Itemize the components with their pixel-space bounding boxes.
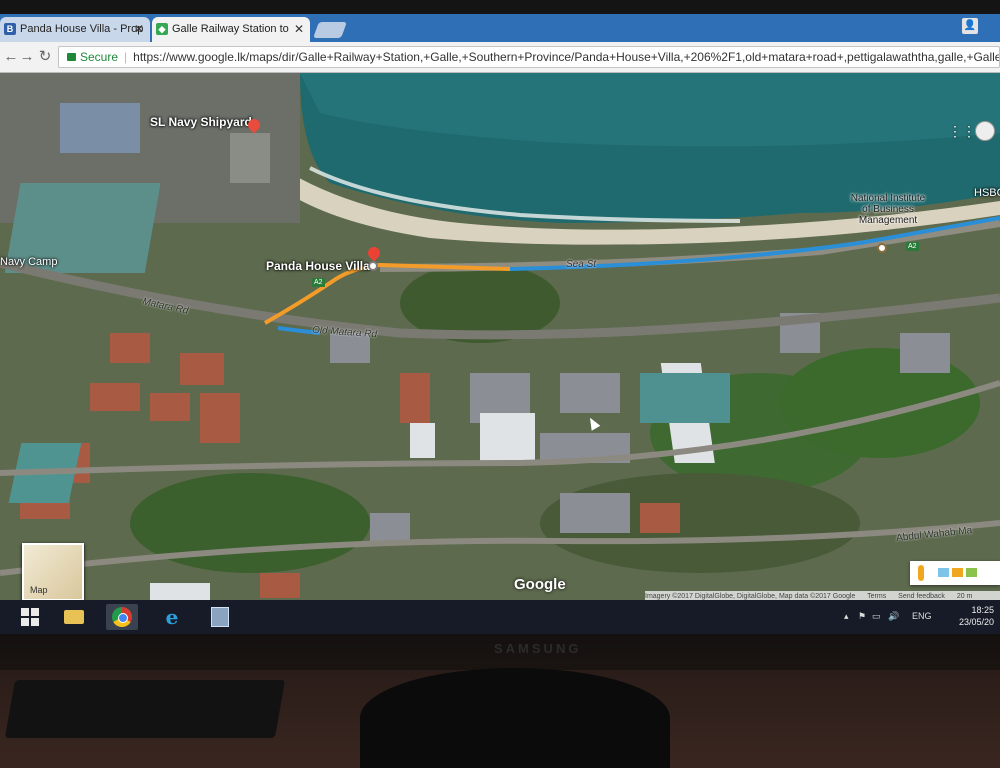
browser-tab-bar: B Panda House Villa - Prop ✕ ◆ Galle Rai… [0, 14, 1000, 42]
apps-grid-icon[interactable]: ⋮⋮ [948, 123, 976, 139]
satellite-imagery [0, 73, 1000, 600]
poi-label-hsbc[interactable]: HSBC [974, 187, 1000, 199]
monitor-frame: B Panda House Villa - Prop ✕ ◆ Galle Rai… [0, 0, 1000, 768]
start-button[interactable] [14, 604, 46, 630]
clock[interactable]: 18:25 23/05/20 [959, 604, 994, 628]
language-indicator[interactable]: ENG [912, 611, 932, 621]
terms-link[interactable]: Terms [867, 593, 886, 600]
poi-label-navy-camp[interactable]: Navy Camp [0, 256, 57, 268]
keyboard [4, 680, 286, 738]
close-tab-icon[interactable]: ✕ [294, 17, 304, 42]
browser-toolbar: ← → ↻ Secure | https://www.google.lk/maps/… [0, 42, 1000, 73]
account-avatar[interactable] [975, 121, 995, 141]
destination-label[interactable]: Panda House Villa [266, 259, 370, 273]
system-tray: ▴ ⚑ ▭ 🔊 ENG 18:25 23/05/20 [840, 600, 1000, 634]
highway-shield-a2-left: A2 [312, 278, 325, 287]
calculator-button[interactable] [204, 604, 236, 630]
url-separator: | [124, 50, 128, 64]
street-view-tile-icon[interactable] [966, 568, 977, 577]
map-scale: 20 m [956, 593, 973, 600]
show-hidden-icons-icon[interactable]: ▴ [844, 611, 849, 622]
screen: B Panda House Villa - Prop ✕ ◆ Galle Rai… [0, 14, 1000, 634]
poi-label-institute[interactable]: National Institute of Business Managemen… [848, 193, 928, 226]
send-feedback-link[interactable]: Send feedback [898, 593, 945, 600]
clock-date: 23/05/20 [958, 617, 994, 627]
new-tab-button[interactable] [313, 22, 347, 38]
network-icon[interactable]: ▭ [872, 611, 881, 622]
chrome-icon [112, 607, 132, 627]
monitor-brand-logo: SAMSUNG [494, 641, 582, 656]
monitor-stand [360, 668, 670, 768]
file-explorer-button[interactable] [58, 604, 90, 630]
street-view-tile-icon[interactable] [938, 568, 949, 577]
flag-icon[interactable]: ⚑ [858, 611, 866, 622]
chrome-taskbar-button[interactable] [106, 604, 138, 630]
internet-explorer-icon: e [165, 605, 179, 629]
address-bar[interactable]: Secure | https://www.google.lk/maps/dir/Ga… [58, 46, 1000, 68]
pegman-icon[interactable] [918, 565, 924, 581]
calculator-icon [211, 607, 229, 627]
street-view-control[interactable] [910, 561, 1000, 585]
imagery-credit: Imagery ©2017 DigitalGlobe, DigitalGlobe… [645, 593, 856, 600]
internet-explorer-button[interactable]: e [156, 604, 188, 630]
volume-icon[interactable]: 🔊 [888, 611, 899, 622]
street-view-tile-icon[interactable] [952, 568, 963, 577]
folder-icon [64, 610, 84, 624]
tab-panda-house-villa[interactable]: B Panda House Villa - Prop ✕ [0, 17, 150, 42]
url-text: https://www.google.lk/maps/dir/Galle+Rai… [133, 50, 1000, 64]
profile-icon[interactable]: 👤 [962, 18, 978, 34]
windows-taskbar: e ▴ ⚑ ▭ 🔊 ENG 18:25 23/05/20 [0, 600, 1000, 634]
tab-label: Panda House Villa - Prop [20, 23, 144, 35]
tab-galle-railway-station[interactable]: ◆ Galle Railway Station to ✕ [152, 17, 310, 42]
windows-logo-icon [21, 608, 39, 626]
destination-marker-icon[interactable] [368, 261, 378, 271]
map-attribution: Imagery ©2017 DigitalGlobe, DigitalGlobe… [645, 591, 1000, 600]
google-maps-favicon-icon: ◆ [156, 23, 168, 35]
booking-favicon-icon: B [4, 23, 16, 35]
poi-label-navy-shipyard[interactable]: SL Navy Shipyard [150, 115, 252, 129]
tab-label: Galle Railway Station to [172, 23, 289, 35]
road-label-sea-st: Sea St [566, 259, 597, 270]
clock-time: 18:25 [971, 605, 994, 615]
lock-icon [67, 53, 76, 61]
map-view[interactable]: SL Navy Shipyard Navy Camp Panda House V… [0, 73, 1000, 600]
highway-shield-a2-right: A2 [906, 242, 919, 251]
forward-icon[interactable]: → [18, 48, 36, 66]
secure-label: Secure [80, 50, 119, 64]
reload-icon[interactable]: ↻ [36, 48, 54, 66]
institute-marker-icon[interactable] [877, 243, 887, 253]
google-logo: Google [514, 576, 566, 593]
map-type-toggle[interactable]: Map [22, 543, 84, 600]
close-tab-icon[interactable]: ✕ [134, 17, 144, 42]
map-type-label: Map [30, 585, 48, 595]
